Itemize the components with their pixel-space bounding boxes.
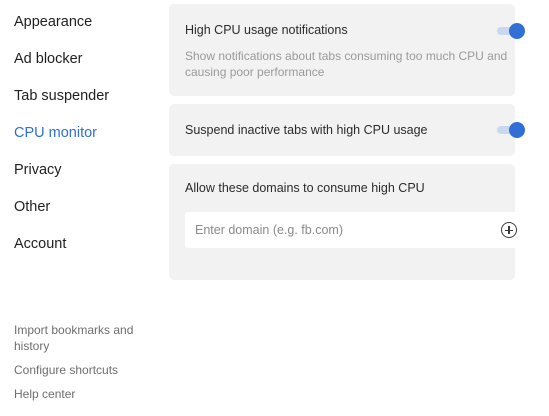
import-bookmarks-link[interactable]: Import bookmarks and history	[14, 322, 134, 354]
sidebar-item-privacy[interactable]: Privacy	[14, 162, 62, 178]
sidebar-item-ad-blocker[interactable]: Ad blocker	[14, 51, 83, 67]
settings-sidebar: Appearance Ad blocker Tab suspender CPU …	[0, 0, 160, 416]
high-cpu-notifications-card: High CPU usage notifications Show notifi…	[169, 4, 525, 96]
sidebar-item-account[interactable]: Account	[14, 236, 66, 252]
domain-input[interactable]	[195, 212, 485, 248]
high-cpu-notifications-title: High CPU usage notifications	[185, 23, 348, 37]
toggle-knob	[509, 23, 525, 39]
sidebar-item-other[interactable]: Other	[14, 199, 50, 215]
settings-page: Appearance Ad blocker Tab suspender CPU …	[0, 0, 549, 416]
sidebar-item-appearance[interactable]: Appearance	[14, 14, 92, 30]
suspend-inactive-tabs-card: Suspend inactive tabs with high CPU usag…	[169, 104, 525, 156]
domain-input-box	[185, 212, 527, 248]
allowed-domains-card: Allow these domains to consume high CPU	[169, 164, 527, 280]
high-cpu-notifications-toggle[interactable]	[497, 23, 525, 39]
sidebar-item-cpu-monitor[interactable]: CPU monitor	[14, 125, 97, 141]
plus-circle-icon[interactable]	[501, 222, 517, 238]
suspend-inactive-tabs-title: Suspend inactive tabs with high CPU usag…	[185, 123, 428, 137]
sidebar-item-tab-suspender[interactable]: Tab suspender	[14, 88, 109, 104]
high-cpu-notifications-description: Show notifications about tabs consuming …	[185, 49, 508, 79]
configure-shortcuts-link[interactable]: Configure shortcuts	[14, 362, 118, 378]
allowed-domains-title: Allow these domains to consume high CPU	[185, 181, 425, 195]
help-center-link[interactable]: Help center	[14, 386, 75, 402]
toggle-knob	[509, 122, 525, 138]
suspend-inactive-tabs-toggle[interactable]	[497, 122, 525, 138]
